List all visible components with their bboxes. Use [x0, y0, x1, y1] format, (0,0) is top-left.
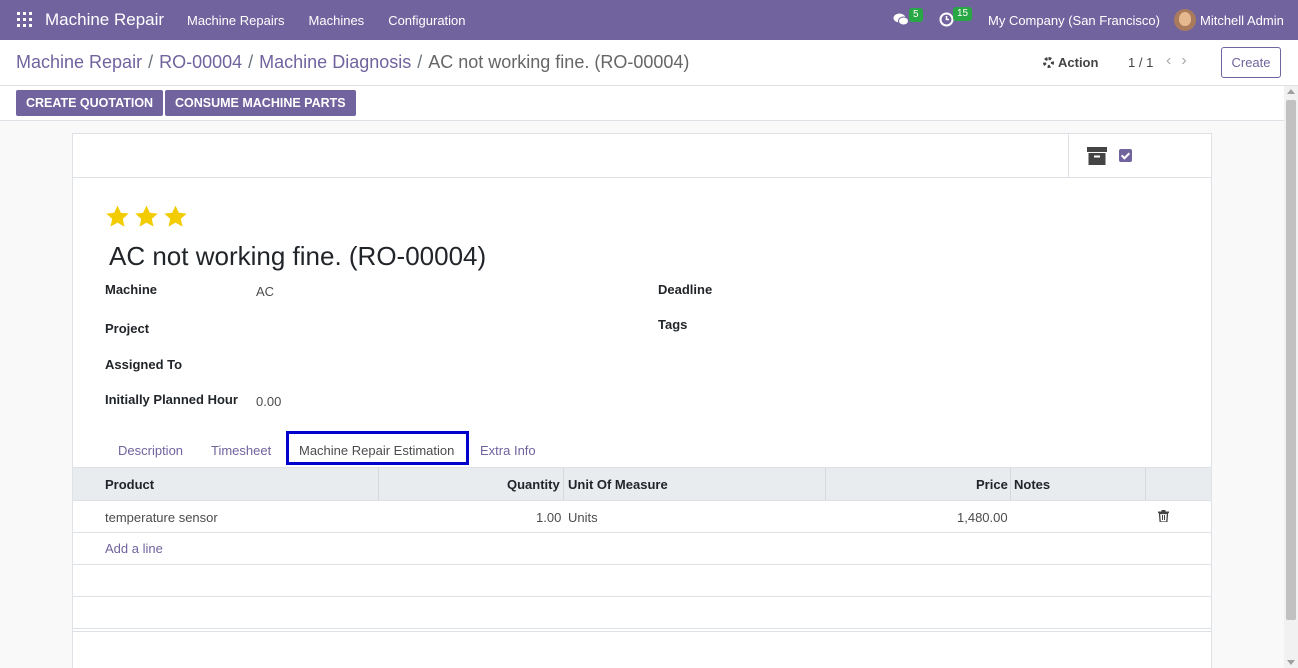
form-sheet: AC not working fine. (RO-00004) Machine …: [72, 133, 1212, 668]
tab-extra-info[interactable]: Extra Info: [480, 443, 536, 458]
chat-count-badge: 5: [909, 8, 923, 22]
project-field[interactable]: [256, 321, 556, 337]
empty-row: [73, 597, 1211, 629]
create-quotation-button[interactable]: CREATE QUOTATION: [16, 90, 164, 116]
breadcrumb-machine-diagnosis[interactable]: Machine Diagnosis: [259, 52, 411, 73]
column-divider: [825, 468, 826, 500]
divider: [0, 85, 1298, 86]
column-unit-of-measure[interactable]: Unit Of Measure: [568, 477, 668, 492]
pager-value[interactable]: 1 / 1: [1128, 55, 1153, 70]
column-divider: [563, 468, 564, 500]
add-a-line-link[interactable]: Add a line: [105, 541, 163, 556]
apps-grid-icon[interactable]: [17, 12, 32, 27]
cell-quantity[interactable]: 1.00: [536, 510, 561, 525]
star-icon[interactable]: [134, 204, 159, 229]
star-icon[interactable]: [105, 204, 130, 229]
machine-field[interactable]: AC: [256, 284, 274, 299]
column-product[interactable]: Product: [105, 477, 154, 492]
table-row[interactable]: temperature sensor 1.00 Units 1,480.00: [73, 501, 1211, 533]
gear-icon: [1043, 57, 1054, 68]
tab-machine-repair-estimation[interactable]: Machine Repair Estimation: [286, 431, 469, 465]
chevron-right-icon[interactable]: ›: [1181, 52, 1196, 69]
trash-icon[interactable]: [1158, 510, 1169, 522]
deadline-label: Deadline: [658, 282, 713, 297]
archive-icon[interactable]: [1087, 147, 1107, 165]
assigned-to-field[interactable]: [256, 357, 556, 373]
top-navbar: Machine Repair Machine Repairs Machines …: [0, 0, 1298, 40]
checkbox-checked-icon[interactable]: [1119, 149, 1132, 162]
divider: [73, 631, 1211, 632]
breadcrumb: Machine Repair / RO-00004 / Machine Diag…: [16, 52, 690, 73]
menu-machines[interactable]: Machines: [309, 13, 365, 28]
scroll-up-arrow-icon[interactable]: [1287, 89, 1295, 94]
breadcrumb-current: AC not working fine. (RO-00004): [428, 52, 690, 72]
tab-timesheet[interactable]: Timesheet: [211, 443, 271, 458]
tab-machine-repair-estimation-label: Machine Repair Estimation: [299, 443, 455, 458]
record-title[interactable]: AC not working fine. (RO-00004): [109, 241, 486, 272]
assigned-to-label: Assigned To: [105, 357, 183, 372]
tab-description[interactable]: Description: [118, 443, 183, 458]
company-switcher[interactable]: My Company (San Francisco): [988, 13, 1160, 28]
column-divider: [1010, 468, 1011, 500]
user-avatar[interactable]: [1174, 9, 1196, 31]
priority-stars[interactable]: [105, 204, 188, 229]
cell-price[interactable]: 1,480.00: [957, 510, 1008, 525]
chat-icon[interactable]: [893, 13, 909, 26]
smart-buttons-area: [1068, 134, 1211, 178]
page-scrollbar[interactable]: [1284, 86, 1298, 668]
activity-clock-icon[interactable]: [939, 12, 954, 27]
action-label: Action: [1058, 55, 1099, 70]
app-brand[interactable]: Machine Repair: [45, 10, 164, 30]
column-quantity[interactable]: Quantity: [507, 477, 560, 492]
add-line-row: Add a line: [73, 533, 1211, 565]
action-menu-button[interactable]: Action: [1043, 55, 1098, 70]
notebook-tabs: Description Timesheet Extra Info: [73, 430, 1211, 468]
scroll-thumb[interactable]: [1286, 100, 1296, 620]
deadline-field[interactable]: [808, 282, 1108, 298]
pager-arrows: ‹›: [1166, 52, 1197, 70]
empty-row: [73, 565, 1211, 597]
chevron-left-icon[interactable]: ‹: [1166, 52, 1181, 69]
create-button[interactable]: Create: [1221, 47, 1281, 78]
column-divider: [1145, 468, 1146, 500]
control-panel: Machine Repair / RO-00004 / Machine Diag…: [0, 40, 1298, 121]
column-divider: [378, 468, 379, 500]
tags-field[interactable]: [808, 317, 1108, 333]
planned-hour-field[interactable]: 0.00: [256, 394, 281, 409]
project-label: Project: [105, 321, 150, 336]
cell-product[interactable]: temperature sensor: [105, 510, 218, 525]
user-menu[interactable]: Mitchell Admin: [1200, 13, 1284, 28]
main-menu: Machine Repairs Machines Configuration: [187, 13, 490, 28]
menu-machine-repairs[interactable]: Machine Repairs: [187, 13, 285, 28]
machine-label: Machine: [105, 282, 158, 297]
cell-unit-of-measure[interactable]: Units: [568, 510, 598, 525]
sheet-header: [73, 134, 1211, 178]
breadcrumb-ro-00004[interactable]: RO-00004: [159, 52, 242, 73]
menu-configuration[interactable]: Configuration: [388, 13, 465, 28]
planned-hour-label: Initially Planned Hour: [105, 392, 238, 407]
consume-machine-parts-button[interactable]: CONSUME MACHINE PARTS: [165, 90, 356, 116]
column-price[interactable]: Price: [976, 477, 1008, 492]
table-header: Product Quantity Unit Of Measure Price N…: [73, 467, 1211, 501]
column-notes[interactable]: Notes: [1014, 477, 1050, 492]
activity-count-badge: 15: [953, 7, 973, 21]
scroll-down-arrow-icon[interactable]: [1287, 660, 1295, 665]
breadcrumb-machine-repair[interactable]: Machine Repair: [16, 52, 142, 73]
tags-label: Tags: [658, 317, 688, 332]
star-icon[interactable]: [163, 204, 188, 229]
